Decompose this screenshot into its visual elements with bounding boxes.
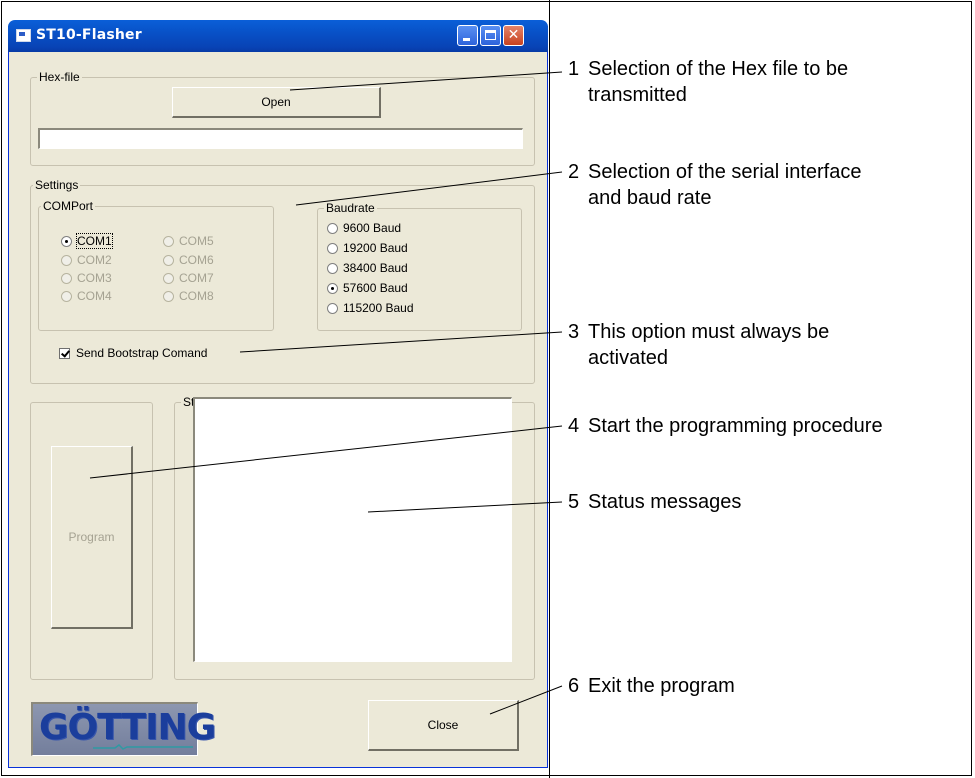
annotation-3: 3 This option must always be activated — [568, 319, 829, 371]
annotation-2: 2 Selection of the serial interface and b… — [568, 159, 862, 211]
annotation-text: Selection of the serial interface — [588, 161, 862, 183]
annotation-text: This option must always be — [588, 321, 830, 343]
annotation-number: 2 — [568, 161, 580, 183]
annotation-number: 1 — [568, 58, 580, 80]
annotation-1: 1 Selection of the Hex file to be transmi… — [568, 56, 848, 108]
annotation-text: Selection of the Hex file to be — [588, 58, 849, 80]
annotation-number: 3 — [568, 321, 580, 343]
annotation-text-cont: and baud rate — [588, 187, 712, 209]
annotation-leader-lines — [89, 71, 563, 715]
annotation-text: Exit the program — [588, 675, 735, 697]
annotation-text-cont: transmitted — [588, 84, 687, 106]
annotation-text: Start the programming procedure — [588, 415, 883, 437]
annotation-text-cont: activated — [588, 347, 669, 369]
annotation-number: 4 — [568, 415, 580, 437]
annotation-5: 5 Status messages — [568, 489, 741, 515]
annotation-4: 4 Start the programming procedure — [568, 413, 883, 439]
annotation-number: 6 — [568, 675, 580, 697]
annotation-6: 6 Exit the program — [568, 673, 735, 699]
annotation-text: Status messages — [588, 491, 742, 513]
annotation-number: 5 — [568, 491, 580, 513]
